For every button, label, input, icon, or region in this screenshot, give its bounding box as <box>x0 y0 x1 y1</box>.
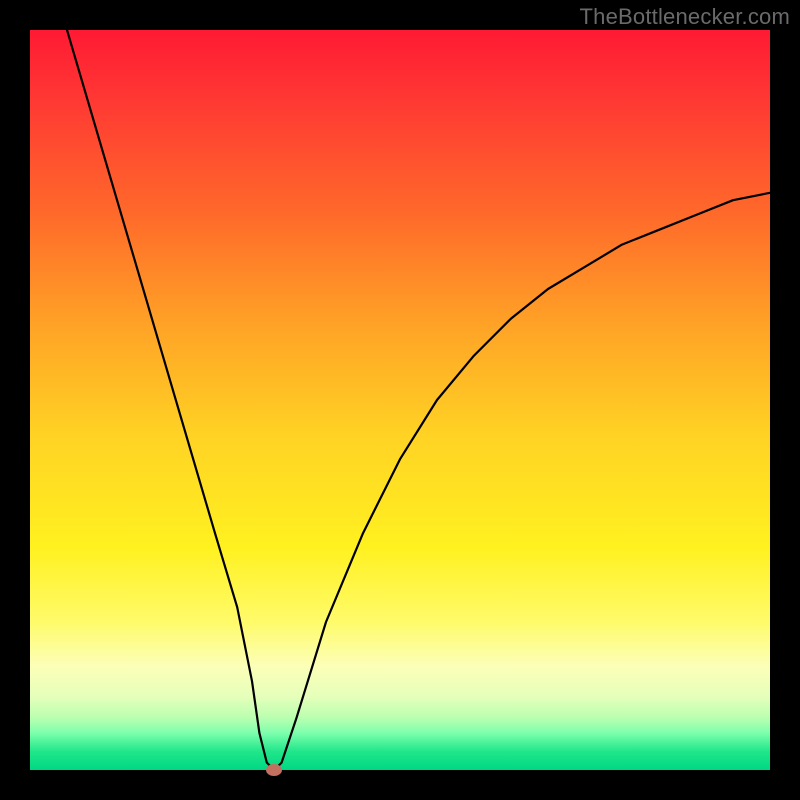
watermark-text: TheBottlenecker.com <box>580 4 790 30</box>
chart-frame: TheBottlenecker.com <box>0 0 800 800</box>
optimum-marker <box>266 764 282 776</box>
bottleneck-curve <box>30 30 770 770</box>
plot-area <box>30 30 770 770</box>
